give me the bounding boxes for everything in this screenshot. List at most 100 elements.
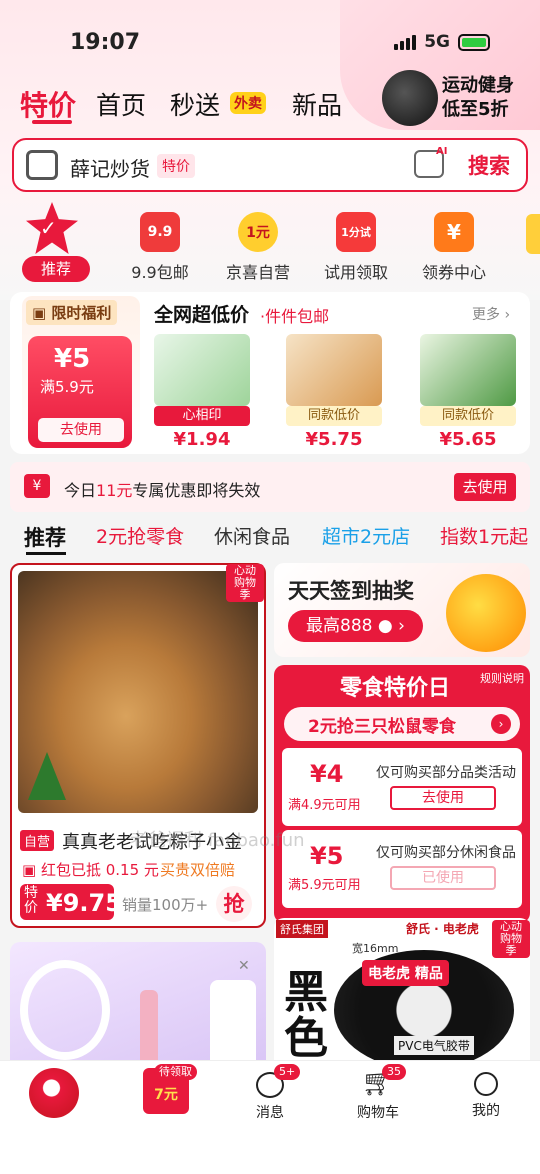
signin-button[interactable]: 最高888 ● › xyxy=(288,610,423,642)
grab-button[interactable]: 抢 xyxy=(216,886,252,922)
snack-coupon-used-button[interactable]: 已使用 xyxy=(390,866,496,890)
profile-icon xyxy=(474,1072,498,1096)
tape-product: PVC电气胶带 xyxy=(394,1036,474,1055)
feed-tab-leisure[interactable]: 休闲食品 xyxy=(214,522,290,549)
search-input[interactable]: 薛记炒货 xyxy=(70,153,150,182)
tape-label: 电老虎 精品 xyxy=(362,960,449,986)
feed-tab-underline xyxy=(26,552,66,555)
bottom-nav-messages[interactable]: 消息 5+ xyxy=(230,1064,310,1122)
snack-coupon-desc: 仅可购买部分休闲食品 xyxy=(376,845,516,861)
redpacket-label: 红包已抵 0.15 元 xyxy=(40,861,159,879)
rules-link[interactable]: 规则说明 xyxy=(480,670,524,686)
bottom-nav-cart[interactable]: 🛒︎ 购物车 35 xyxy=(338,1064,418,1122)
self-operated-tag: 自营 xyxy=(20,830,55,851)
tab-special[interactable]: 特价 xyxy=(20,84,76,124)
expire-text: 今日11元专属优惠即将失效 xyxy=(64,477,260,501)
arrow-right-icon: › xyxy=(491,714,511,734)
watermark: 老爸福利 fanbao.fun xyxy=(130,830,305,851)
signin-button-label: 最高888 xyxy=(306,616,373,636)
close-icon[interactable]: ✕ xyxy=(238,958,250,974)
coupon-value: ¥5 xyxy=(54,344,91,374)
feed-tab-recommend[interactable]: 推荐 xyxy=(24,522,66,552)
snack-coupon-condition: 满4.9元可用 xyxy=(288,798,361,813)
status-bar-right: 5G xyxy=(394,32,490,52)
ai-label: AI xyxy=(436,146,448,157)
bottom-nav-profile[interactable]: 我的 xyxy=(446,1068,526,1120)
deal-title: 全网超低价 xyxy=(154,304,250,326)
bottom-nav-label: 购物车 xyxy=(357,1105,399,1121)
deal-product[interactable]: 同款低价 ¥5.65 xyxy=(420,334,516,450)
price-tag: 特价 xyxy=(24,885,38,916)
snack-coupon-condition: 满5.9元可用 xyxy=(288,878,361,893)
category-label: 京喜自营 xyxy=(225,263,290,282)
brand-logo: 舒氏集团 xyxy=(276,920,328,938)
expire-prefix: 今日 xyxy=(64,481,97,500)
deal-more-link[interactable]: 更多 › xyxy=(472,304,510,324)
scan-icon[interactable] xyxy=(26,150,58,180)
deal-subtitle: ·件件包邮 xyxy=(260,307,330,326)
tab-underline xyxy=(32,120,72,124)
deal-product[interactable]: 同款低价 ¥5.75 xyxy=(286,334,382,450)
redpacket-icon: ▣ xyxy=(22,861,41,879)
sales-count: 销量100万+ xyxy=(122,896,209,914)
jd-mascot-icon xyxy=(29,1068,79,1118)
bottom-nav-redpacket[interactable]: 7元 待领取 xyxy=(126,1064,206,1114)
category-jingxi[interactable]: 1元 京喜自营 xyxy=(212,212,304,283)
more-label: 更多 xyxy=(472,307,500,323)
limited-label: 限时福利 xyxy=(51,304,112,322)
snack-bar-text: 2元抢三只松鼠零食 xyxy=(308,717,456,737)
search-tag: 特价 xyxy=(157,154,195,178)
snack-coupon-use-button[interactable]: 去使用 xyxy=(390,786,496,810)
coupon-use-button[interactable]: 去使用 xyxy=(38,418,124,442)
one-yuan-icon: 1元 xyxy=(238,212,278,252)
feed-tab-snacks[interactable]: 2元抢零食 xyxy=(96,522,184,549)
product-price: ¥1.94 xyxy=(173,429,231,450)
deal-product[interactable]: 心相印 ¥1.94 xyxy=(154,334,250,450)
promo-sneaker-image[interactable] xyxy=(382,70,438,126)
coupon-condition: 满5.9元 xyxy=(40,378,94,396)
feed-tab-market[interactable]: 超市2元店 xyxy=(322,522,410,549)
product-tag: 心相印 xyxy=(154,406,250,426)
search-button[interactable]: 搜索 xyxy=(468,150,510,180)
snack-coupon-desc: 仅可购买部分品类活动 xyxy=(376,765,516,781)
yuan-icon: ¥ xyxy=(24,474,50,498)
feed-tab-index[interactable]: 指数1元起 xyxy=(440,522,528,549)
category-label: 领券中心 xyxy=(421,263,486,282)
coin-icon: ● › xyxy=(372,616,405,636)
tab-new[interactable]: 新品 xyxy=(292,86,342,122)
redpacket-text: ▣ 红包已抵 0.15 元 xyxy=(22,859,159,880)
nine-nine-icon: 9.9 xyxy=(140,212,180,252)
double-compensation: 买贵双倍赔 xyxy=(160,861,236,879)
product-price: ¥5.75 xyxy=(305,429,363,450)
snack-title: 零食特价日 xyxy=(340,676,451,701)
trial-bag-icon: 1分试 xyxy=(336,212,376,252)
bottom-nav-label: 消息 xyxy=(256,1105,284,1121)
milk-box-image xyxy=(420,334,516,406)
battery-icon xyxy=(458,33,490,51)
bottom-nav-home[interactable] xyxy=(14,1068,94,1118)
signin-title: 天天签到抽奖 xyxy=(288,579,414,603)
category-recommend[interactable]: 推荐 xyxy=(22,256,90,282)
product-tag: 同款低价 xyxy=(420,406,516,426)
category-trial[interactable]: 1分试 试用领取 xyxy=(310,212,402,283)
category-coupon[interactable]: ¥ 领券中心 xyxy=(408,212,500,283)
snack-image xyxy=(286,334,382,406)
mirror-image xyxy=(20,960,110,1060)
snack-coupon-value: ¥5 xyxy=(310,842,344,870)
category-9-9[interactable]: 9.9 9.9包邮 xyxy=(114,212,206,283)
takeout-badge: 外卖 xyxy=(230,92,266,114)
tab-home[interactable]: 首页 xyxy=(96,86,146,122)
status-time: 19:07 xyxy=(70,30,141,55)
product-tag: 同款低价 xyxy=(286,406,382,426)
heart-badge: 心动购物季 xyxy=(492,920,530,958)
promo-line2: 低至5折 xyxy=(442,99,509,120)
cart-badge: 35 xyxy=(382,1064,406,1080)
snack-coupon-value: ¥4 xyxy=(310,760,344,788)
brand-text: 舒氏 · 电老虎 xyxy=(406,922,479,936)
expire-use-button[interactable]: 去使用 xyxy=(454,473,516,501)
expire-amount: 11元 xyxy=(96,481,133,500)
cart-icon: 🛒︎ xyxy=(361,1068,395,1098)
promo-text[interactable]: 运动健身 低至5折 xyxy=(442,74,514,122)
tissue-image xyxy=(154,334,250,406)
tab-express[interactable]: 秒送 xyxy=(170,86,220,122)
